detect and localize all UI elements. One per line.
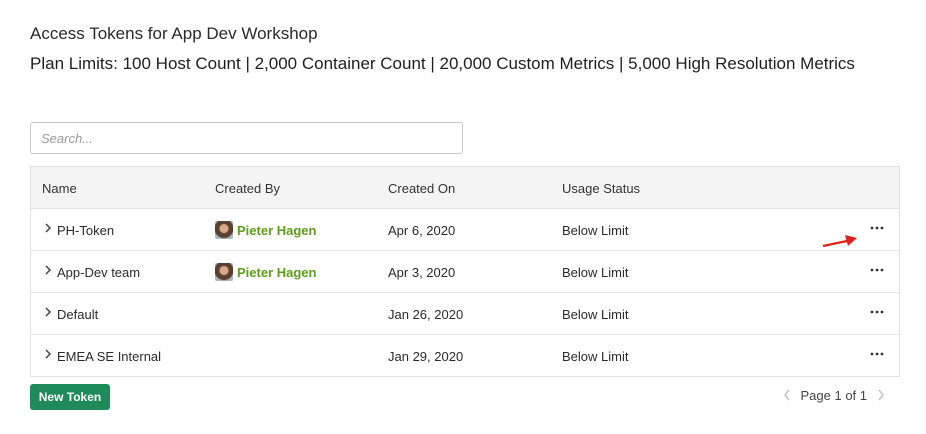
header-usage-status[interactable]: Usage Status [562,181,640,196]
new-token-button[interactable]: New Token [30,384,110,410]
token-name: EMEA SE Internal [57,349,162,364]
chevron-right-icon[interactable] [43,264,53,276]
token-name: App-Dev team [57,265,141,280]
more-horizontal-icon[interactable] [869,263,885,277]
header-name[interactable]: Name [42,181,77,196]
table-header: Name Created By Created On Usage Status [31,167,899,209]
table-row[interactable]: EMEA SE Internal Jan 29, 2020 Below Limi… [31,335,899,376]
table-row[interactable]: App-Dev team Pieter Hagen Apr 3, 2020 Be… [31,251,899,293]
header-created-on[interactable]: Created On [388,181,455,196]
arrow-annotation-icon [822,235,857,248]
usage-status: Below Limit [562,223,629,238]
more-horizontal-icon[interactable] [869,347,885,361]
pagination: Page 1 of 1 [782,386,887,404]
usage-status: Below Limit [562,265,629,280]
usage-status: Below Limit [562,349,629,364]
creator[interactable]: Pieter Hagen [215,263,316,281]
chevron-right-icon[interactable] [876,388,886,402]
table-row[interactable]: PH-Token Pieter Hagen Apr 6, 2020 Below … [31,209,899,251]
created-on: Jan 29, 2020 [388,349,464,364]
creator-name[interactable]: Pieter Hagen [237,265,316,280]
table-row[interactable]: Default Jan 26, 2020 Below Limit [31,293,899,335]
chevron-right-icon[interactable] [43,348,53,360]
chevron-right-icon[interactable] [43,306,53,318]
chevron-left-icon[interactable] [782,388,792,402]
creator[interactable]: Pieter Hagen [215,221,316,239]
tokens-table: Name Created By Created On Usage Status … [30,166,900,377]
chevron-right-icon[interactable] [43,222,53,234]
plan-limits: Plan Limits: 100 Host Count | 2,000 Cont… [30,54,855,73]
usage-status: Below Limit [562,307,629,322]
more-horizontal-icon[interactable] [869,221,885,235]
search-input[interactable] [30,122,463,154]
avatar [215,221,233,239]
created-on: Jan 26, 2020 [388,307,464,322]
created-on: Apr 6, 2020 [388,223,456,238]
page-title: Access Tokens for App Dev Workshop [30,24,318,43]
created-on: Apr 3, 2020 [388,265,456,280]
header-created-by[interactable]: Created By [215,181,280,196]
creator-name[interactable]: Pieter Hagen [237,223,316,238]
avatar [215,263,233,281]
token-name: Default [57,307,99,322]
page-indicator: Page 1 of 1 [800,387,868,403]
more-horizontal-icon[interactable] [869,305,885,319]
token-name: PH-Token [57,223,115,238]
